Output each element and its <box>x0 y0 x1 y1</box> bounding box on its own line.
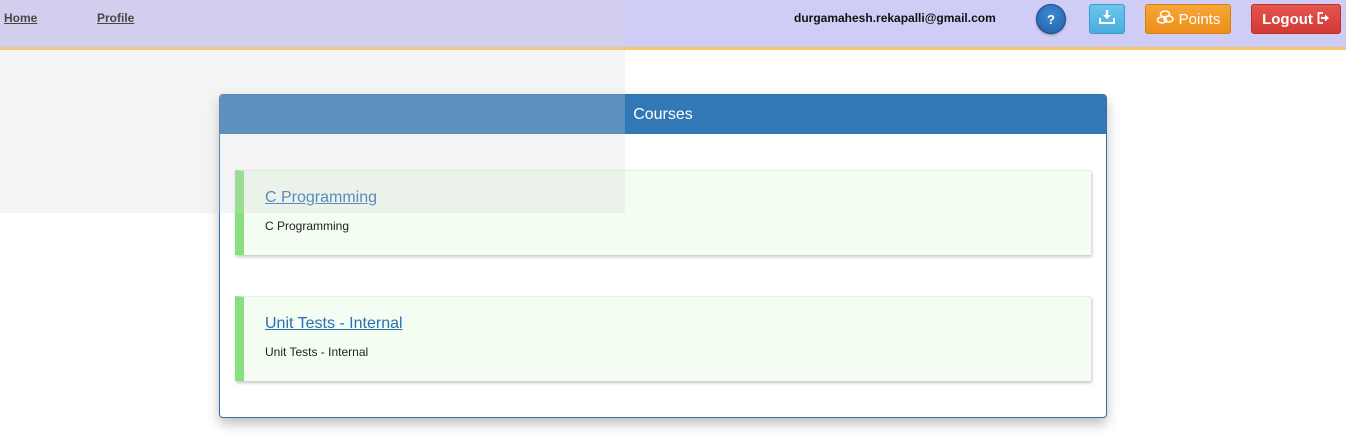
course-title-link[interactable]: C Programming <box>265 189 377 207</box>
user-email: durgamahesh.rekapalli@gmail.com <box>794 11 996 25</box>
download-icon <box>1099 9 1115 29</box>
download-button[interactable] <box>1089 4 1125 34</box>
top-navbar: Home Profile durgamahesh.rekapalli@gmail… <box>0 0 1346 50</box>
logout-button[interactable]: Logout <box>1251 4 1341 34</box>
course-description: C Programming <box>265 219 350 233</box>
question-icon: ? <box>1047 11 1055 27</box>
nav-profile-link[interactable]: Profile <box>97 11 134 25</box>
nav-home-link[interactable]: Home <box>4 11 37 25</box>
help-button[interactable]: ? <box>1036 4 1066 34</box>
logout-label: Logout <box>1262 10 1313 28</box>
course-card: C Programming C Programming <box>235 170 1091 255</box>
panel-title: Courses <box>633 105 693 123</box>
courses-panel: Courses C Programming C Programming Unit… <box>219 94 1107 418</box>
course-card: Unit Tests - Internal Unit Tests - Inter… <box>235 296 1091 381</box>
course-title-link[interactable]: Unit Tests - Internal <box>265 315 403 333</box>
course-description: Unit Tests - Internal <box>265 345 369 359</box>
points-button[interactable]: Points <box>1145 4 1231 34</box>
panel-header: Courses <box>220 95 1106 134</box>
points-label: Points <box>1178 10 1221 28</box>
coins-icon <box>1156 10 1174 28</box>
logout-icon <box>1317 11 1330 28</box>
